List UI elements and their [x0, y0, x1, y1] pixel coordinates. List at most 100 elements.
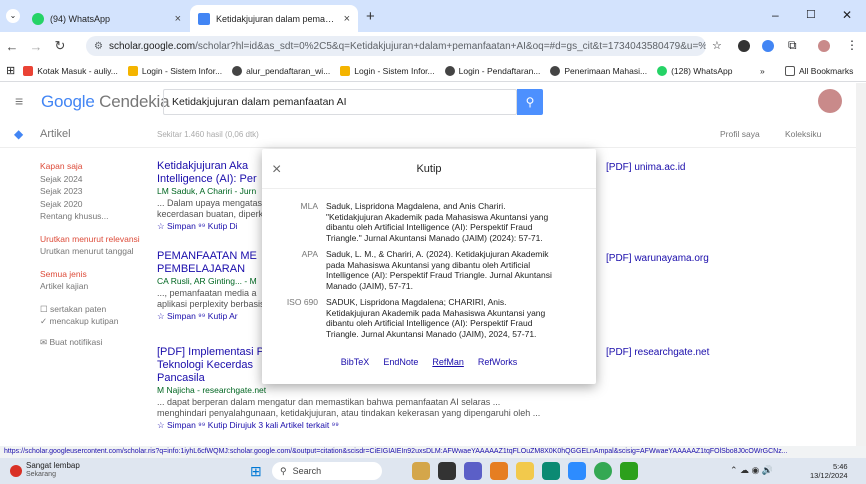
tab-title: Ketidakjujuran dalam pemanfaa — [216, 13, 338, 24]
avatar[interactable] — [818, 89, 842, 113]
time-filter-2024[interactable]: Sejak 2024 — [40, 173, 150, 186]
scholar-logo[interactable]: Google Cendekia — [41, 92, 170, 112]
type-all[interactable]: Semua jenis — [40, 268, 150, 281]
extension-scholar-icon[interactable] — [762, 40, 774, 52]
result-title[interactable]: [PDF] Implementasi P — [157, 346, 262, 359]
result-title-cont[interactable]: Teknologi Kecerdas — [157, 359, 262, 372]
result-title-cont[interactable]: Intelligence (AI): Per — [157, 173, 267, 186]
tab-scholar[interactable]: Ketidakjujuran dalam pemanfaa × — [190, 5, 358, 32]
citation-text[interactable]: Saduk, L. M., & Chariri, A. (2024). Keti… — [326, 249, 562, 291]
bookmark-item[interactable]: Penerimaan Mahasi... — [550, 65, 647, 76]
bookmark-item[interactable]: (128) WhatsApp — [657, 65, 733, 76]
extensions-puzzle-icon[interactable]: ⧉ — [788, 38, 797, 53]
minimize-button[interactable]: – — [772, 8, 779, 22]
result-actions[interactable]: ☆ Simpan ⁹⁹ Kutip Dirujuk 3 kali Artikel… — [157, 420, 597, 432]
url-domain: scholar.google.com — [108, 40, 196, 52]
export-links: BibTeX EndNote RefMan RefWorks — [262, 357, 596, 367]
result-snippet: ... Dalam upaya mengatas — [157, 197, 263, 208]
forward-icon[interactable]: → — [24, 39, 48, 54]
bookmark-star-icon[interactable]: ☆ — [712, 39, 722, 52]
bibtex-link[interactable]: BibTeX — [341, 357, 370, 367]
menu-kebab-icon[interactable]: ⋮ — [846, 38, 858, 52]
tab-title: (94) WhatsApp — [50, 13, 111, 24]
tab-search-icon[interactable]: ⌄ — [6, 9, 20, 23]
tab-whatsapp[interactable]: (94) WhatsApp × — [24, 5, 189, 32]
include-patents-checkbox[interactable]: ☐ sertakan paten — [40, 303, 150, 316]
clock[interactable]: 5:46 13/12/2024 — [810, 462, 848, 480]
citation-text[interactable]: SADUK, Lispridona Magdalena; CHARIRI, An… — [326, 297, 562, 339]
bookmark-item[interactable]: Login - Sistem Infor... — [340, 65, 435, 76]
pdf-link[interactable]: [PDF] researchgate.net — [606, 347, 709, 358]
close-tab-icon[interactable]: × — [344, 13, 350, 25]
results-subbar: ◆ Artikel Sekitar 1.460 hasil (0,06 dtk)… — [0, 122, 856, 148]
edge-icon[interactable] — [542, 462, 560, 480]
tray-icons[interactable]: ⌃ ☁ ◉ 🔊 — [730, 465, 773, 476]
site-info-icon[interactable]: ⚙ — [94, 41, 103, 52]
teams-icon[interactable] — [464, 462, 482, 480]
clock-date: 13/12/2024 — [810, 471, 848, 480]
bookmark-item[interactable]: Login - Pendaftaran... — [444, 65, 540, 76]
sort-relevance[interactable]: Urutkan menurut relevansi — [40, 233, 150, 246]
all-bookmarks-button[interactable]: All Bookmarks — [785, 65, 853, 76]
windows-start-icon[interactable]: ⊞ — [250, 463, 262, 480]
bookmark-favicon-icon — [340, 65, 351, 76]
type-review[interactable]: Artikel kajian — [40, 280, 150, 293]
scholar-icon — [198, 12, 210, 25]
bookmark-item[interactable]: Kotak Masuk - auliy... — [23, 65, 118, 76]
citation-text[interactable]: Saduk, Lispridona Magdalena, and Anis Ch… — [326, 201, 562, 243]
url-bar[interactable]: ⚙ scholar.google.com/scholar?hl=id&as_sd… — [86, 36, 706, 56]
search-input[interactable]: Ketidakjujuran dalam pemanfaatan AI — [163, 89, 517, 115]
task-view-icon[interactable] — [438, 462, 456, 480]
result-1: Ketidakjujuran Aka Intelligence (AI): Pe… — [157, 160, 267, 232]
widgets-icon[interactable] — [412, 462, 430, 480]
result-title[interactable]: PEMANFAATAN ME — [157, 250, 267, 263]
result-actions[interactable]: ☆ Simpan ⁹⁹ Kutip Ar — [157, 311, 267, 323]
back-icon[interactable]: ← — [0, 39, 24, 54]
more-bookmarks-button[interactable]: » — [760, 66, 765, 76]
page-scrollbar[interactable] — [856, 83, 866, 446]
time-filter-2023[interactable]: Sejak 2023 — [40, 185, 150, 198]
time-filter-custom[interactable]: Rentang khusus... — [40, 210, 150, 223]
weather-widget[interactable]: Sangat lembap Sekarang — [26, 461, 80, 479]
close-tab-icon[interactable]: × — [175, 13, 181, 25]
chrome-icon[interactable] — [594, 462, 612, 480]
extension-icon[interactable] — [738, 40, 750, 52]
sort-date[interactable]: Urutkan menurut tanggal — [40, 245, 150, 258]
citation-style-label: ISO 690 — [286, 297, 318, 307]
taskbar-search[interactable]: ⚲ Search — [272, 462, 382, 480]
reload-icon[interactable]: ↻ — [48, 38, 72, 54]
pdf-link[interactable]: [PDF] unima.ac.id — [606, 162, 685, 173]
bookmark-item[interactable]: Login - Sistem Infor... — [127, 65, 222, 76]
hamburger-menu-icon[interactable]: ≡ — [15, 93, 23, 109]
time-filter-any[interactable]: Kapan saja — [40, 160, 150, 173]
weather-alert-icon[interactable] — [10, 465, 22, 477]
profile-link[interactable]: Profil saya — [720, 129, 760, 139]
close-window-button[interactable]: ✕ — [842, 8, 852, 22]
refman-link[interactable]: RefMan — [432, 357, 464, 367]
result-title-cont[interactable]: PEMBELAJARAN — [157, 263, 267, 276]
windows-taskbar: Sangat lembap Sekarang ⊞ ⚲ Search ⌃ ☁ ◉ 🔊… — [0, 458, 866, 484]
result-actions[interactable]: ☆ Simpan ⁹⁹ Kutip Di — [157, 221, 267, 233]
create-alert-button[interactable]: ✉ Buat notifikasi — [40, 336, 150, 349]
url-path: /scholar?hl=id&as_sdt=0%2C5&q=Ketidakjuj… — [195, 40, 706, 52]
maximize-button[interactable]: ☐ — [806, 8, 816, 21]
app-icon[interactable] — [568, 462, 586, 480]
result-snippet: ..., pemanfaatan media a — [157, 287, 257, 298]
apps-grid-icon[interactable]: ⊞ — [6, 64, 15, 77]
bookmark-item[interactable]: alur_pendaftaran_wi... — [232, 65, 330, 76]
library-link[interactable]: Koleksiku — [785, 129, 821, 139]
result-title[interactable]: Ketidakjujuran Aka — [157, 160, 267, 173]
file-explorer-icon[interactable] — [516, 462, 534, 480]
time-filter-2020[interactable]: Sejak 2020 — [40, 198, 150, 211]
pdf-link[interactable]: [PDF] warunayama.org — [606, 253, 709, 264]
search-button[interactable]: ⚲ — [517, 89, 543, 115]
store-icon[interactable] — [620, 462, 638, 480]
whatsapp-icon — [32, 12, 44, 25]
folder-icon — [785, 65, 795, 76]
new-tab-button[interactable]: + — [366, 8, 375, 25]
app-icon[interactable] — [490, 462, 508, 480]
refworks-link[interactable]: RefWorks — [478, 357, 517, 367]
include-citations-checkbox[interactable]: ✓ mencakup kutipan — [40, 315, 150, 328]
profile-avatar-icon[interactable] — [818, 40, 830, 52]
endnote-link[interactable]: EndNote — [383, 357, 418, 367]
